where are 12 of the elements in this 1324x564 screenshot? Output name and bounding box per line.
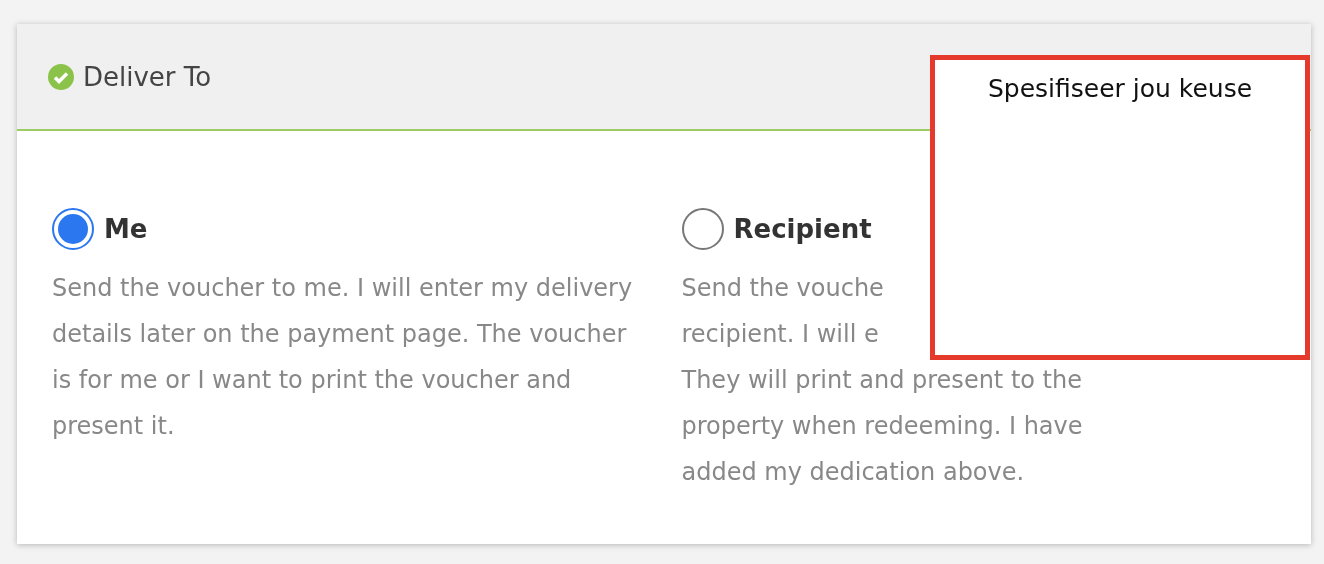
option-label[interactable]: Recipient [733,214,872,244]
radio-button[interactable] [681,208,724,250]
description-line: property when redeeming. I have [681,411,1083,442]
section-title: Deliver To [83,61,212,92]
option-description: Send the voucher to me. I will enter my delivery details later on the payment page. The voucher is for me or I want to print the voucher and present it. [52,273,634,442]
callout-text: Spesifiseer jou keuse [987,74,1253,103]
description-line: Send the vouche [681,273,884,304]
description-line: They will print and present to the [681,365,1082,396]
description-line: recipient. I will e [681,319,879,350]
radio-button[interactable] [52,208,94,250]
description-line: added my dedication above. [681,457,1025,488]
option-label[interactable]: Me [104,214,148,244]
